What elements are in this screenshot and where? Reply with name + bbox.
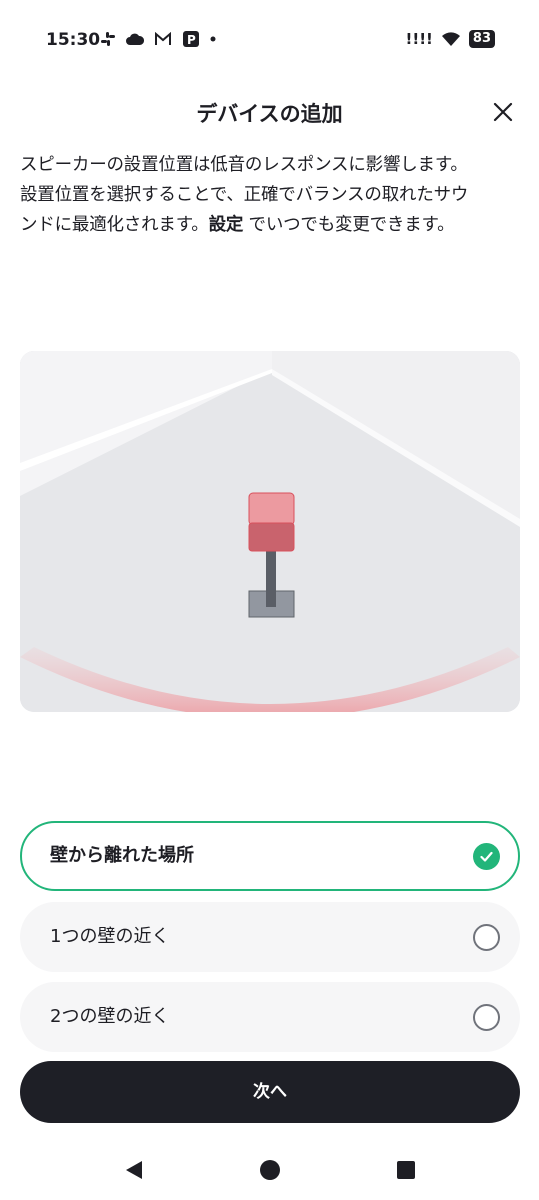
description-line: スピーカーの設置位置は低音のレスポンスに影響します。 [20,155,468,175]
battery-icon: 83 [468,30,495,48]
radio-unchecked-icon[interactable] [473,1004,500,1031]
header: デバイスの追加 [0,88,539,136]
home-circle-icon [260,1160,280,1180]
status-bar: 15:30 P !!!! 83 [0,0,539,84]
description-line: ンドに最適化されます。 [20,215,209,235]
description-line: でいつでも変更できます。 [243,215,455,235]
home-button[interactable] [258,1158,282,1182]
svg-text:P: P [187,33,196,47]
option-label: 1つの壁の近く [50,926,170,947]
back-triangle-icon [126,1161,142,1179]
status-right-icons: !!!! 83 [406,30,495,48]
app-icon: P [183,31,199,47]
description-line: 設置位置を選択することで、正確でバランスの取れたサウ [20,185,469,205]
recents-square-icon [397,1161,415,1179]
radio-unchecked-icon[interactable] [473,924,500,951]
wifi-icon [441,32,460,46]
option-away-from-wall[interactable]: 壁から離れた場所 [20,821,520,891]
status-left-icons: P [100,30,216,48]
system-nav-bar [0,1140,539,1200]
check-icon [480,851,493,862]
speaker-placement-illustration [20,351,520,712]
slack-icon [101,32,115,46]
close-icon [493,102,513,122]
description: スピーカーの設置位置は低音のレスポンスに影響します。 設置位置を選択することで、… [20,150,520,240]
gmail-icon [155,32,171,45]
settings-link: 設定 [208,215,244,235]
radio-checked-icon[interactable] [473,843,500,870]
signal-icon: !!!! [405,30,433,48]
close-button[interactable] [487,96,519,128]
option-label: 壁から離れた場所 [50,845,194,866]
option-near-two-walls[interactable]: 2つの壁の近く [20,982,520,1052]
dot-icon [210,36,216,42]
recents-button[interactable] [394,1158,418,1182]
option-label: 2つの壁の近く [50,1006,170,1027]
status-time: 15:30 [46,30,101,50]
page-title: デバイスの追加 [196,102,343,126]
next-button[interactable]: 次へ [20,1061,520,1123]
back-button[interactable] [122,1158,146,1182]
cloud-icon [126,33,144,45]
option-near-one-wall[interactable]: 1つの壁の近く [20,902,520,972]
